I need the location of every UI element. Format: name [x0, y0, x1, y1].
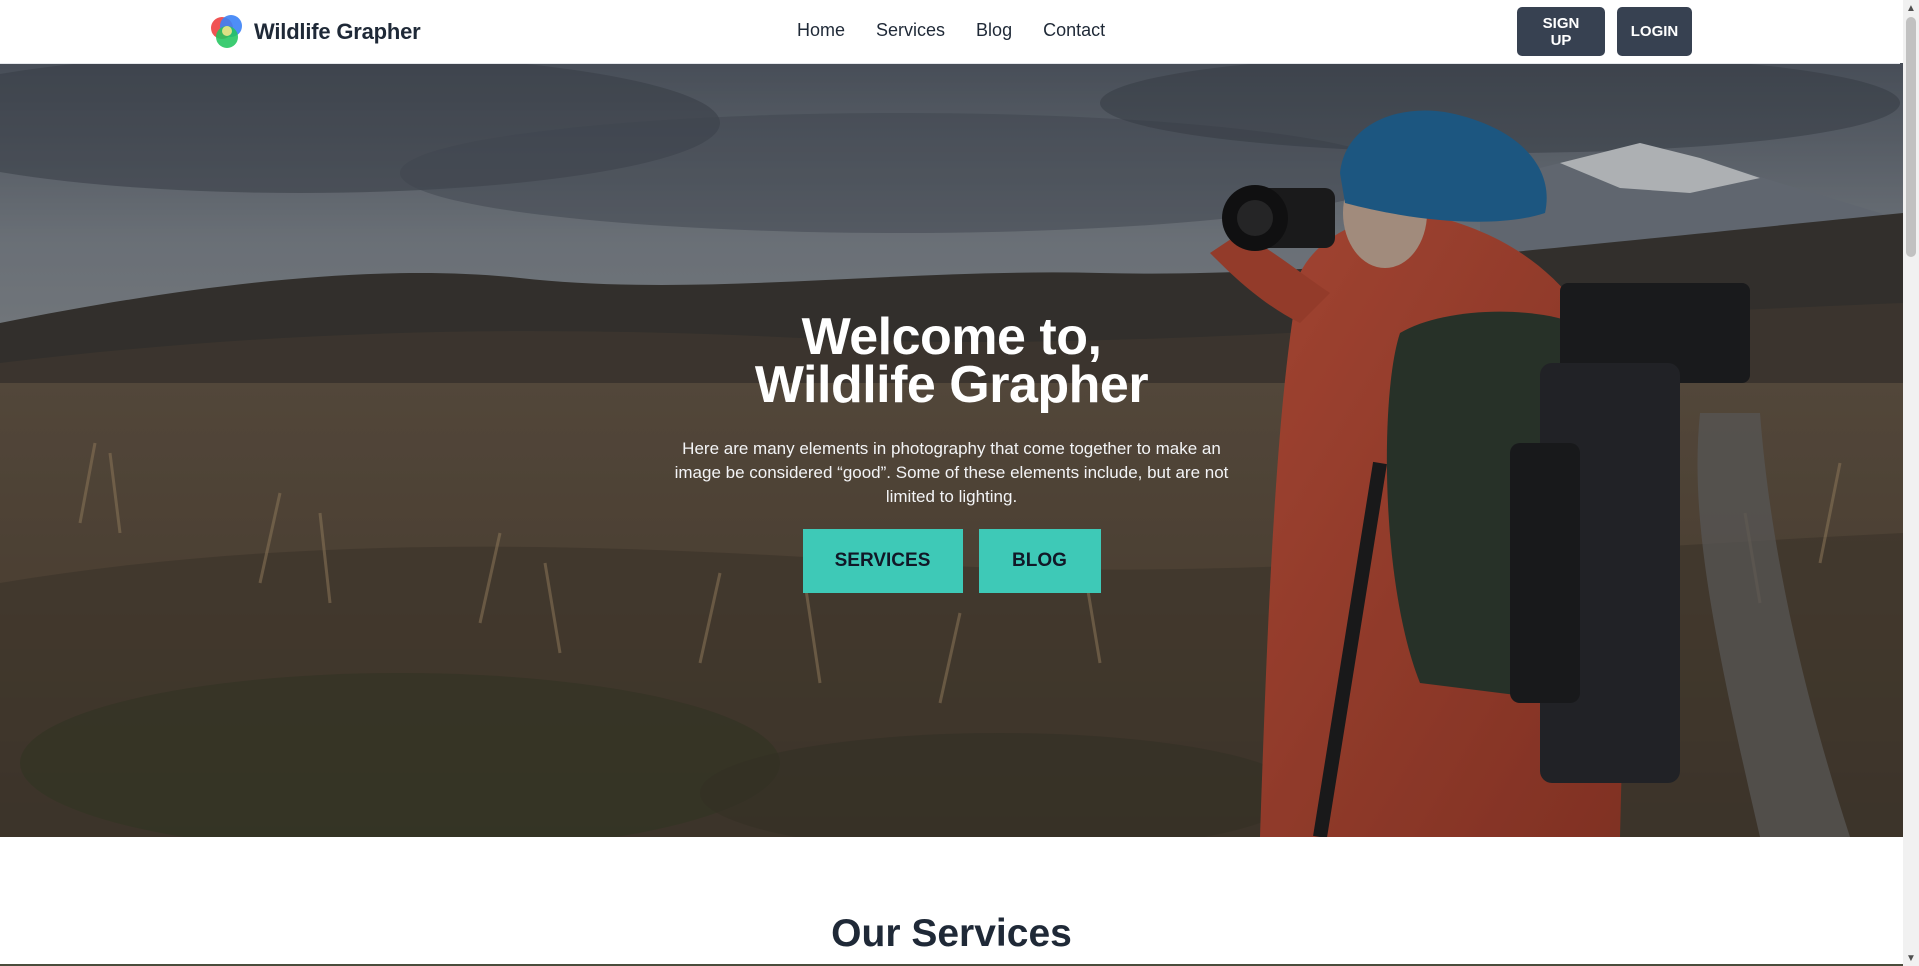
main-nav: Home Services Blog Contact — [797, 20, 1105, 41]
logo-icon — [211, 15, 242, 48]
site-header: Wildlife Grapher Home Services Blog Cont… — [0, 0, 1900, 64]
nav-item-contact[interactable]: Contact — [1043, 20, 1105, 41]
hero-buttons: SERVICES BLOG — [0, 529, 1903, 593]
services-section-title: Our Services — [831, 912, 1072, 955]
logo[interactable]: Wildlife Grapher — [208, 13, 421, 51]
brand-name: Wildlife Grapher — [254, 19, 421, 44]
login-button[interactable]: LOGIN — [1617, 7, 1692, 56]
nav-item-blog[interactable]: Blog — [976, 20, 1012, 41]
services-button[interactable]: SERVICES — [802, 529, 963, 593]
scrollbar-thumb[interactable] — [1906, 17, 1916, 257]
chevron-up-icon[interactable]: ▲ — [1903, 0, 1919, 16]
chevron-down-icon[interactable]: ▼ — [1903, 950, 1919, 966]
sign-up-button[interactable]: SIGN UP — [1517, 7, 1605, 56]
page-scrollbar[interactable]: ▲ ▼ — [1903, 0, 1919, 966]
hero-title-line-2: Wildlife Grapher — [754, 356, 1149, 414]
hero-title: Welcome to, Wildlife Grapher — [0, 311, 1903, 411]
blog-button[interactable]: BLOG — [978, 529, 1101, 593]
nav-item-services[interactable]: Services — [876, 20, 945, 41]
hero-content: Welcome to, Wildlife Grapher Here are ma… — [0, 311, 1903, 593]
hero-description: Here are many elements in photography th… — [674, 439, 1229, 506]
auth-buttons: SIGN UP LOGIN — [1517, 7, 1692, 56]
nav-item-home[interactable]: Home — [797, 20, 845, 41]
hero-section: Welcome to, Wildlife Grapher Here are ma… — [0, 63, 1903, 837]
